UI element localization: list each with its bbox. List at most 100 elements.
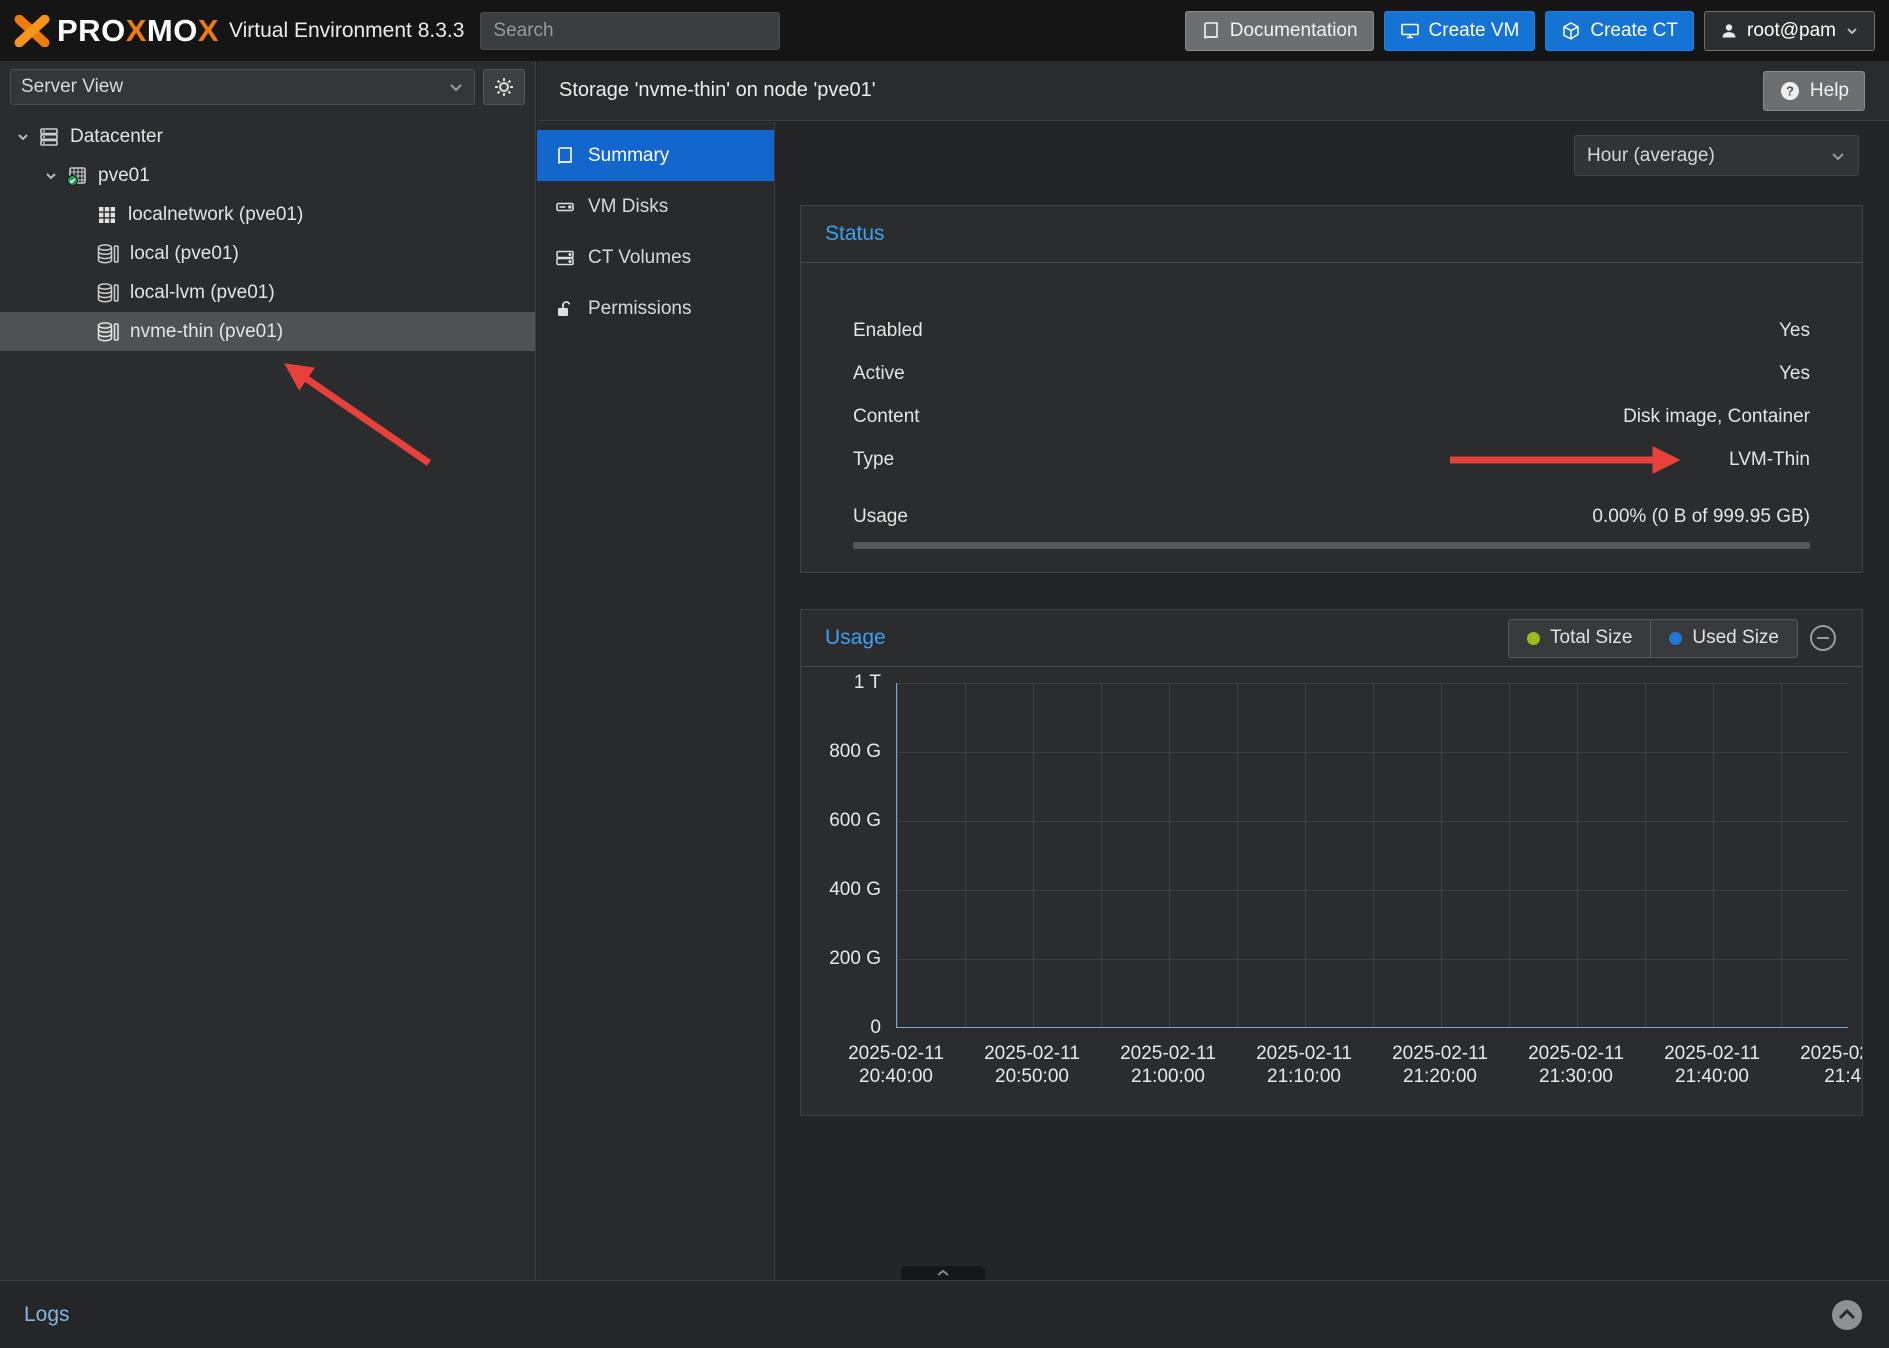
create-vm-label: Create VM [1429,20,1520,42]
storage-menu: Summary VM Disks CT Volumes Permissions [537,122,775,1280]
chevron-down-icon [44,169,58,183]
tree-item-label: pve01 [98,165,150,187]
tree-item-label: local-lvm (pve01) [130,282,275,304]
resource-tree: Datacenter pve01 localnetwork (pve01) [0,117,535,351]
node-online-icon [66,165,88,187]
unlock-icon [555,299,575,319]
x-axis-tick: 2025-02-1121:30:00 [1501,1042,1651,1088]
tree-item-local[interactable]: local (pve01) [0,234,535,273]
status-value: Yes [1779,363,1810,385]
storage-icon [96,321,120,343]
chevron-down-icon [448,79,464,95]
documentation-button[interactable]: Documentation [1185,11,1374,51]
volumes-icon [555,248,575,268]
tree-item-label: localnetwork (pve01) [128,204,303,226]
logs-panel-header[interactable]: Logs [0,1280,1889,1348]
create-ct-button[interactable]: Create CT [1545,11,1694,51]
user-icon [1720,22,1738,40]
x-axis-tick: 2025-02-1120:50:00 [957,1042,1107,1088]
x-axis-tick: 2025-02-1121:10:00 [1229,1042,1379,1088]
y-axis-tick: 400 G [801,879,881,901]
chevron-down-icon [1845,24,1859,38]
page-title: Storage 'nvme-thin' on node 'pve01' [559,79,876,102]
logs-expand-handle[interactable] [901,1266,985,1280]
hard-drive-icon [555,197,575,217]
view-mode-select[interactable]: Server View [10,69,475,105]
tree-item-pve01[interactable]: pve01 [0,156,535,195]
create-ct-label: Create CT [1590,20,1678,42]
usage-progressbar [853,542,1810,549]
status-row-type: Type LVM-Thin [853,438,1810,481]
x-axis-tick: 2025-02-1121:49 [1773,1042,1863,1088]
status-value: Disk image, Container [1623,406,1810,428]
tab-ct-volumes[interactable]: CT Volumes [537,232,774,283]
status-row-usage: Usage 0.00% (0 B of 999.95 GB) [853,495,1810,538]
help-button[interactable]: ? Help [1763,71,1865,111]
status-row-enabled: Enabled Yes [853,309,1810,352]
top-bar: PROXMOX Virtual Environment 8.3.3 Docume… [0,0,1889,61]
datacenter-icon [38,126,60,148]
tree-item-nvme-thin[interactable]: nvme-thin (pve01) [0,312,535,351]
tree-item-local-lvm[interactable]: local-lvm (pve01) [0,273,535,312]
time-range-select[interactable]: Hour (average) [1574,135,1859,176]
status-label: Active [853,363,905,385]
chevron-down-icon [1830,148,1846,164]
x-axis-tick: 2025-02-1121:40:00 [1637,1042,1787,1088]
status-value: Yes [1779,320,1810,342]
status-label: Type [853,449,894,471]
y-axis-tick: 0 [801,1017,881,1039]
help-label: Help [1810,80,1849,102]
tab-label: Summary [588,145,669,167]
legend-label: Used Size [1692,627,1779,649]
create-vm-button[interactable]: Create VM [1384,11,1536,51]
tab-summary[interactable]: Summary [537,130,774,181]
tab-vm-disks[interactable]: VM Disks [537,181,774,232]
chart-legend: Total Size Used Size [1508,619,1838,658]
book-icon [555,146,575,166]
collapse-chart-button[interactable] [1808,623,1838,653]
help-icon: ? [1779,80,1801,102]
minus-circle-icon [1808,623,1838,653]
tree-item-localnetwork[interactable]: localnetwork (pve01) [0,195,535,234]
tree-item-label: Datacenter [70,126,163,148]
proxmox-x-icon [14,15,50,47]
x-axis-tick: 2025-02-1120:40:00 [821,1042,971,1088]
view-settings-button[interactable] [483,69,525,105]
y-axis-tick: 200 G [801,948,881,970]
svg-text:?: ? [1786,83,1794,98]
status-panel-title: Status [825,222,885,246]
chevron-up-circle-icon [1829,1297,1865,1333]
version-subtitle: Virtual Environment 8.3.3 [229,19,464,43]
status-label: Usage [853,506,908,528]
chevron-up-icon [936,1269,950,1277]
monitor-icon [1400,21,1420,41]
legend-total-size[interactable]: Total Size [1508,619,1650,658]
y-axis-tick: 800 G [801,741,881,763]
chevron-down-icon [16,130,30,144]
sidebar: Server View [0,61,536,1280]
tree-item-label: nvme-thin (pve01) [130,321,283,343]
storage-icon [96,282,120,304]
tab-label: VM Disks [588,196,668,218]
total-size-dot-icon [1527,632,1540,645]
used-size-dot-icon [1669,632,1682,645]
chart-plot-area [896,683,1848,1028]
user-menu-button[interactable]: root@pam [1704,11,1875,51]
tree-item-datacenter[interactable]: Datacenter [0,117,535,156]
storage-icon [96,243,120,265]
status-label: Enabled [853,320,923,342]
status-value: 0.00% (0 B of 999.95 GB) [1592,506,1810,528]
legend-label: Total Size [1550,627,1632,649]
x-axis-tick: 2025-02-1121:20:00 [1365,1042,1515,1088]
y-axis-tick: 1 T [801,672,881,694]
tree-item-label: local (pve01) [130,243,239,265]
legend-used-size[interactable]: Used Size [1650,619,1798,658]
y-axis-tick: 600 G [801,810,881,832]
search-input[interactable] [480,12,780,50]
cube-icon [1561,21,1581,41]
logs-toggle-button[interactable] [1829,1297,1865,1333]
status-row-active: Active Yes [853,352,1810,395]
tab-permissions[interactable]: Permissions [537,283,774,334]
gear-icon [493,76,515,98]
content-area: Hour (average) Status Enabled Yes Active… [775,122,1889,1280]
